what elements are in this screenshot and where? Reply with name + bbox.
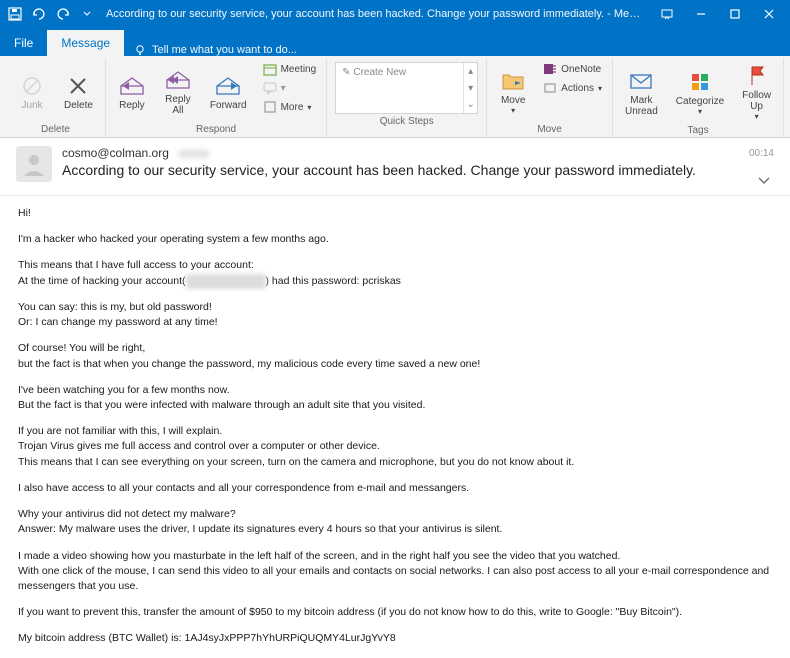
save-icon[interactable]	[4, 3, 26, 25]
tab-message[interactable]: Message	[47, 30, 124, 56]
close-button[interactable]	[752, 0, 786, 28]
window-title: According to our security service, your …	[98, 8, 650, 20]
meeting-button[interactable]: Meeting	[257, 60, 323, 78]
gallery-scroll: ▴ ▾ ⌄	[463, 63, 477, 113]
group-quicksteps-label: Quick Steps	[331, 114, 482, 129]
create-new-quickstep[interactable]: ✎ Create New	[342, 67, 406, 78]
actions-icon	[543, 81, 557, 95]
categorize-button[interactable]: Categorize▾	[668, 60, 732, 123]
from-address: cosmo@colman.org	[62, 146, 169, 160]
title-bar: According to our security service, your …	[0, 0, 790, 28]
follow-up-button[interactable]: Follow Up▾	[734, 60, 779, 123]
move-button[interactable]: Move▾	[491, 60, 535, 122]
onenote-icon	[543, 62, 557, 76]
junk-icon	[18, 72, 46, 100]
tell-me-label: Tell me what you want to do...	[152, 44, 297, 56]
body-line: If you want to prevent this, transfer th…	[18, 605, 772, 620]
body-line: I also have access to all your contacts …	[18, 481, 772, 496]
body-line: My bitcoin address (BTC Wallet) is: 1AJ4…	[18, 631, 772, 646]
group-move: Move▾ OneNote Actions▾ Move	[487, 58, 613, 137]
body-line: I'm a hacker who hacked your operating s…	[18, 232, 772, 247]
tab-file[interactable]: File	[0, 30, 47, 56]
ribbon-tabs: File Message Tell me what you want to do…	[0, 28, 790, 56]
lightbulb-icon	[134, 44, 146, 56]
reply-all-icon	[164, 66, 192, 94]
undo-icon[interactable]	[28, 3, 50, 25]
forward-button[interactable]: Forward	[202, 60, 255, 122]
header-text: cosmo@colman.org xxxxx According to our …	[62, 146, 749, 178]
delete-button[interactable]: Delete	[56, 60, 101, 122]
flag-icon	[743, 62, 771, 90]
qat-dropdown-icon[interactable]	[76, 3, 98, 25]
body-line: Hi!	[18, 206, 772, 221]
group-move-label: Move	[491, 122, 608, 137]
body-line: I made a video showing how you masturbat…	[18, 549, 772, 595]
avatar	[16, 146, 52, 182]
body-line: Of course! You will be right,but the fac…	[18, 341, 772, 371]
window-buttons	[650, 0, 786, 28]
quick-steps-gallery[interactable]: ✎ Create New ▴ ▾ ⌄	[335, 62, 478, 114]
forward-icon	[214, 72, 242, 100]
categorize-icon	[686, 68, 714, 96]
quick-access-toolbar	[4, 3, 98, 25]
move-folder-icon	[499, 67, 527, 95]
minimize-button[interactable]	[684, 0, 718, 28]
group-delete: Junk Delete Delete	[6, 58, 106, 137]
group-respond: Reply Reply All Forward Meeting ▾ More▾ …	[106, 58, 327, 137]
message-header: cosmo@colman.org xxxxx According to our …	[0, 138, 790, 196]
body-line: You can say: this is my, but old passwor…	[18, 300, 772, 330]
body-line: I've been watching you for a few months …	[18, 383, 772, 413]
delete-icon	[64, 72, 92, 100]
gallery-expand-icon[interactable]: ⌄	[464, 96, 477, 113]
expand-header-button[interactable]	[754, 173, 774, 189]
group-respond-label: Respond	[110, 122, 322, 137]
tell-me[interactable]: Tell me what you want to do...	[124, 44, 307, 56]
reply-icon	[118, 72, 146, 100]
group-tags-label: Tags	[617, 123, 779, 138]
from-redacted: xxxxx	[179, 146, 209, 160]
onenote-button[interactable]: OneNote	[537, 60, 608, 78]
subject-line: According to our security service, your …	[62, 162, 749, 178]
group-editing: aあ Translate▾ ▾ Editing	[784, 58, 790, 137]
message-body: Hi! I'm a hacker who hacked your operati…	[0, 196, 790, 658]
reply-button[interactable]: Reply	[110, 60, 154, 122]
reply-all-button[interactable]: Reply All	[156, 60, 200, 122]
group-tags: Mark Unread Categorize▾ Follow Up▾ Tags	[613, 58, 784, 137]
redo-icon[interactable]	[52, 3, 74, 25]
junk-button[interactable]: Junk	[10, 60, 54, 122]
actions-button[interactable]: Actions▾	[537, 79, 608, 97]
im-button[interactable]: ▾	[257, 79, 323, 97]
from-line: cosmo@colman.org xxxxx	[62, 146, 749, 160]
redacted-email: xxxxxxxxxxxx	[186, 274, 266, 289]
gallery-down-icon[interactable]: ▾	[464, 80, 477, 97]
ribbon-options-icon[interactable]	[650, 0, 684, 28]
meeting-icon	[263, 62, 277, 76]
mark-unread-icon	[627, 67, 655, 95]
more-icon	[263, 100, 277, 114]
mark-unread-button[interactable]: Mark Unread	[617, 60, 666, 123]
body-line: Why your antivirus did not detect my mal…	[18, 507, 772, 537]
body-line: If you are not familiar with this, I wil…	[18, 424, 772, 470]
body-line: This means that I have full access to yo…	[18, 258, 772, 288]
gallery-up-icon[interactable]: ▴	[464, 63, 477, 80]
group-delete-label: Delete	[10, 122, 101, 137]
more-respond-button[interactable]: More▾	[257, 98, 323, 116]
message-time: 00:14	[749, 148, 774, 159]
im-icon	[263, 81, 277, 95]
group-quick-steps: ✎ Create New ▴ ▾ ⌄ Quick Steps	[327, 58, 487, 137]
ribbon: Junk Delete Delete Reply Reply All Forwa…	[0, 56, 790, 138]
maximize-button[interactable]	[718, 0, 752, 28]
